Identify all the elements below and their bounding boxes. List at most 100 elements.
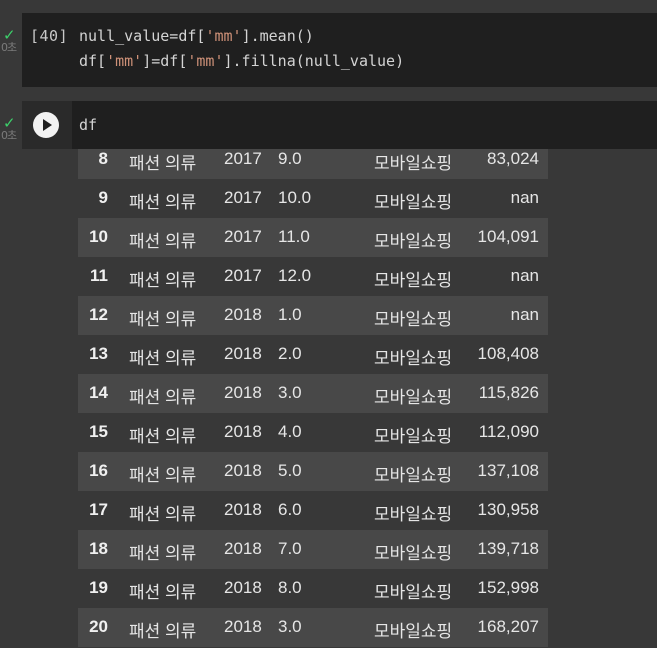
year-cell: 2018 [224,578,262,597]
category-cell: 패션 의류 [129,466,197,485]
channel-cell: 모바일쇼핑 [374,271,453,290]
category-cell: 패션 의류 [129,310,197,329]
month-cell: 8.0 [278,578,302,597]
run-gutter [22,101,72,149]
value-cell: 83,024 [487,149,539,168]
value-cell: 137,108 [477,461,539,480]
row-index: 20 [89,617,108,636]
year-cell: 2018 [224,539,262,558]
value-cell: 108,408 [477,344,539,363]
year-cell: 2018 [224,344,262,363]
value-cell: 152,998 [477,578,539,597]
row-index: 16 [89,461,108,480]
row-index: 18 [89,539,108,558]
channel-cell: 모바일쇼핑 [374,622,453,641]
code-line-df[interactable]: df [79,116,97,134]
row-index: 12 [89,305,108,324]
table-row: 16 패션 의류 2018 5.0 모바일쇼핑 137,108 [78,452,548,491]
value-cell: nan [510,188,539,207]
table-row: 11 패션 의류 2017 12.0 모바일쇼핑 nan [78,257,548,296]
play-icon[interactable] [33,112,59,138]
row-index: 9 [98,188,108,207]
category-cell: 패션 의류 [129,271,197,290]
category-cell: 패션 의류 [129,349,197,368]
year-cell: 2017 [224,227,262,246]
cell1-exec-time: 0초 [1,41,17,54]
row-index: 14 [89,383,108,402]
table-row: 14 패션 의류 2018 3.0 모바일쇼핑 115,826 [78,374,548,413]
year-cell: 2017 [224,266,262,285]
month-cell: 11.0 [278,227,310,246]
category-cell: 패션 의류 [129,193,197,212]
category-cell: 패션 의류 [129,544,197,563]
year-cell: 2018 [224,461,262,480]
category-cell: 패션 의류 [129,583,197,602]
category-cell: 패션 의류 [129,427,197,446]
year-cell: 2018 [224,383,262,402]
year-cell: 2018 [224,617,262,636]
month-cell: 10.0 [278,188,312,207]
month-cell: 5.0 [278,461,302,480]
month-cell: 3.0 [278,383,302,402]
value-cell: nan [510,266,539,285]
month-cell: 3.0 [278,617,302,636]
channel-cell: 모바일쇼핑 [374,388,453,407]
notebook-page: 8 패션 의류 2017 9.0 모바일쇼핑 83,024 9 패션 의류 2017 10.0 모바… [0,0,657,648]
category-cell: 패션 의류 [129,505,197,524]
month-cell: 1.0 [278,305,302,324]
year-cell: 2018 [224,305,262,324]
value-cell: 115,826 [478,383,539,402]
row-index: 13 [89,344,108,363]
code-line-2[interactable]: df['mm']=df['mm'].fillna(null_value) [79,52,404,70]
dataframe-output-table: 8 패션 의류 2017 9.0 모바일쇼핑 83,024 9 패션 의류 2017 10.0 모바… [78,0,548,648]
code-cell-df[interactable]: df [22,101,657,149]
month-cell: 9.0 [278,149,302,168]
table-row: 17 패션 의류 2018 6.0 모바일쇼핑 130,958 [78,491,548,530]
category-cell: 패션 의류 [129,388,197,407]
category-cell: 패션 의류 [129,232,197,251]
row-index: 8 [98,149,108,168]
value-cell: 112,090 [478,422,539,441]
year-cell: 2018 [224,500,262,519]
month-cell: 12.0 [278,266,312,285]
year-cell: 2018 [224,422,262,441]
cell2-exec-time: 0초 [1,129,17,142]
month-cell: 2.0 [278,344,302,363]
year-cell: 2017 [224,149,262,168]
channel-cell: 모바일쇼핑 [374,232,453,251]
month-cell: 4.0 [278,422,302,441]
category-cell: 패션 의류 [129,154,197,173]
code-line-1[interactable]: null_value=df['mm'].mean() [79,27,314,45]
value-cell: 130,958 [477,500,539,519]
table-row: 12 패션 의류 2018 1.0 모바일쇼핑 nan [78,296,548,335]
table-row: 19 패션 의류 2018 8.0 모바일쇼핑 152,998 [78,569,548,608]
row-index: 19 [89,578,108,597]
row-index: 10 [89,227,108,246]
value-cell: 139,718 [477,539,539,558]
value-cell: nan [510,305,539,324]
table-row: 20 패션 의류 2018 3.0 모바일쇼핑 168,207 [78,608,548,647]
channel-cell: 모바일쇼핑 [374,349,453,368]
channel-cell: 모바일쇼핑 [374,544,453,563]
channel-cell: 모바일쇼핑 [374,154,453,173]
execution-count: [40] [30,27,69,45]
channel-cell: 모바일쇼핑 [374,193,453,212]
table-row: 15 패션 의류 2018 4.0 모바일쇼핑 112,090 [78,413,548,452]
month-cell: 6.0 [278,500,302,519]
channel-cell: 모바일쇼핑 [374,310,453,329]
value-cell: 104,091 [477,227,539,246]
table-row: 13 패션 의류 2018 2.0 모바일쇼핑 108,408 [78,335,548,374]
channel-cell: 모바일쇼핑 [374,427,453,446]
table-row: 9 패션 의류 2017 10.0 모바일쇼핑 nan [78,179,548,218]
category-cell: 패션 의류 [129,622,197,641]
value-cell: 168,207 [477,617,539,636]
row-index: 11 [90,266,108,285]
year-cell: 2017 [224,188,262,207]
month-cell: 7.0 [278,539,302,558]
row-index: 17 [89,500,108,519]
table-row: 10 패션 의류 2017 11.0 모바일쇼핑 104,091 [78,218,548,257]
row-index: 15 [89,422,108,441]
channel-cell: 모바일쇼핑 [374,466,453,485]
code-cell-fillna[interactable]: [40] null_value=df['mm'].mean() df['mm']… [22,13,657,87]
table-row: 18 패션 의류 2018 7.0 모바일쇼핑 139,718 [78,530,548,569]
